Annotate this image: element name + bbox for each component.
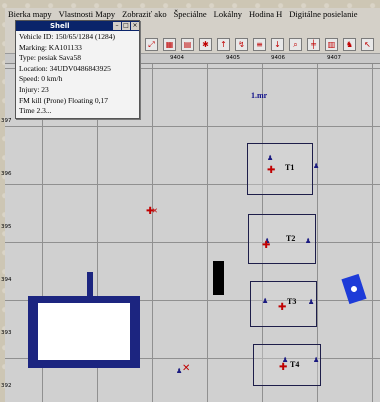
building-interior	[38, 303, 130, 360]
grid-row-label: 392	[1, 383, 12, 389]
type-line: Type: pesiak Sava58	[19, 53, 81, 63]
unit-icon[interactable]: ♟	[305, 237, 311, 245]
grid-row-label: 395	[1, 224, 12, 230]
table-tool-icon[interactable]: ▥	[325, 38, 338, 51]
speed-line: Speed: 0 km/h	[19, 74, 63, 84]
ruler-tick: 9404	[170, 55, 184, 61]
target-label-t4: T4	[290, 360, 300, 369]
fire-tool-icon[interactable]: ≡	[253, 38, 266, 51]
ruler-tick: 9406	[271, 55, 285, 61]
marking-line: Marking: KA101133	[19, 42, 82, 52]
obstacle-bar[interactable]	[213, 261, 224, 295]
building-stem	[87, 272, 93, 298]
vehicle-info-popup[interactable]: Shell – □ × Vehicle ID: 150/65/1284 (128…	[15, 20, 140, 119]
grid-row-label: 393	[1, 330, 12, 336]
route-tool-icon[interactable]: ↯	[235, 38, 248, 51]
unit-icon[interactable]: ♟	[308, 298, 314, 306]
red-cross-marker-icon[interactable]: ✚	[267, 166, 275, 176]
red-cross-marker-icon[interactable]: ✚	[279, 363, 287, 373]
explosion-tool-icon[interactable]: ✱	[199, 38, 212, 51]
unit-icon[interactable]: ✕	[152, 207, 158, 215]
location-line: Location: 34UDV0486843925	[19, 63, 111, 73]
vehicle-id-line: Vehicle ID: 150/65/1284 (1284)	[19, 32, 116, 41]
unit-icon[interactable]: ♟	[313, 356, 319, 364]
ruler-tick: 9405	[226, 55, 240, 61]
target-label-t3: T3	[287, 297, 297, 306]
time-line: Time 2.3...	[19, 106, 52, 116]
grid-row-label: 396	[1, 171, 12, 177]
popup-title-bar[interactable]: Shell – □ ×	[16, 21, 139, 31]
unit-tool-icon[interactable]: ♞	[343, 38, 356, 51]
target-label-t2: T2	[286, 234, 296, 243]
move-tool-icon[interactable]: ⤢	[145, 38, 158, 51]
fm-kill-line: FM kill (Prone) Floating 0,17	[19, 95, 108, 105]
close-icon[interactable]: ×	[131, 22, 139, 30]
unit-icon[interactable]: ♟	[262, 297, 268, 305]
ruler-tick: 9407	[327, 55, 341, 61]
menu-item-special[interactable]: Špeciálne	[171, 8, 211, 21]
maximize-icon[interactable]: □	[122, 22, 130, 30]
grid-row-label: 397	[1, 118, 12, 124]
search-tool-icon[interactable]: ⌕	[289, 38, 302, 51]
minimize-icon[interactable]: –	[113, 22, 121, 30]
popup-title: Shell	[50, 22, 70, 30]
unit-icon[interactable]: ♟	[267, 154, 273, 162]
grid-row-label: 394	[1, 277, 12, 283]
grid-tool-icon[interactable]: ▦	[163, 38, 176, 51]
layers-tool-icon[interactable]: ▤	[181, 38, 194, 51]
injury-line: Injury: 23	[19, 84, 49, 94]
red-cross-marker-icon[interactable]: ✚	[262, 241, 270, 251]
down-tool-icon[interactable]: ↓	[271, 38, 284, 51]
menu-item-local[interactable]: Lokálny	[211, 8, 246, 21]
popup-body: Vehicle ID: 150/65/1284 (1284) Marking: …	[16, 31, 139, 118]
crosshair-tool-icon[interactable]: ╪	[307, 38, 320, 51]
red-cross-marker-icon[interactable]: ✕	[182, 364, 190, 374]
red-cross-marker-icon[interactable]: ✚	[278, 303, 286, 313]
menu-item-digital-send[interactable]: Digitálne posielanie	[286, 8, 361, 21]
unit-icon[interactable]: ♟	[313, 162, 319, 170]
target-label-t1: T1	[285, 163, 295, 172]
up-arrow-tool-icon[interactable]: ↑	[217, 38, 230, 51]
menu-item-hour-h[interactable]: Hodina H	[246, 8, 286, 21]
scale-label: 1.mr	[251, 91, 268, 100]
target-area-t1[interactable]	[247, 143, 313, 195]
pointer-tool-icon[interactable]: ↖	[361, 38, 374, 51]
